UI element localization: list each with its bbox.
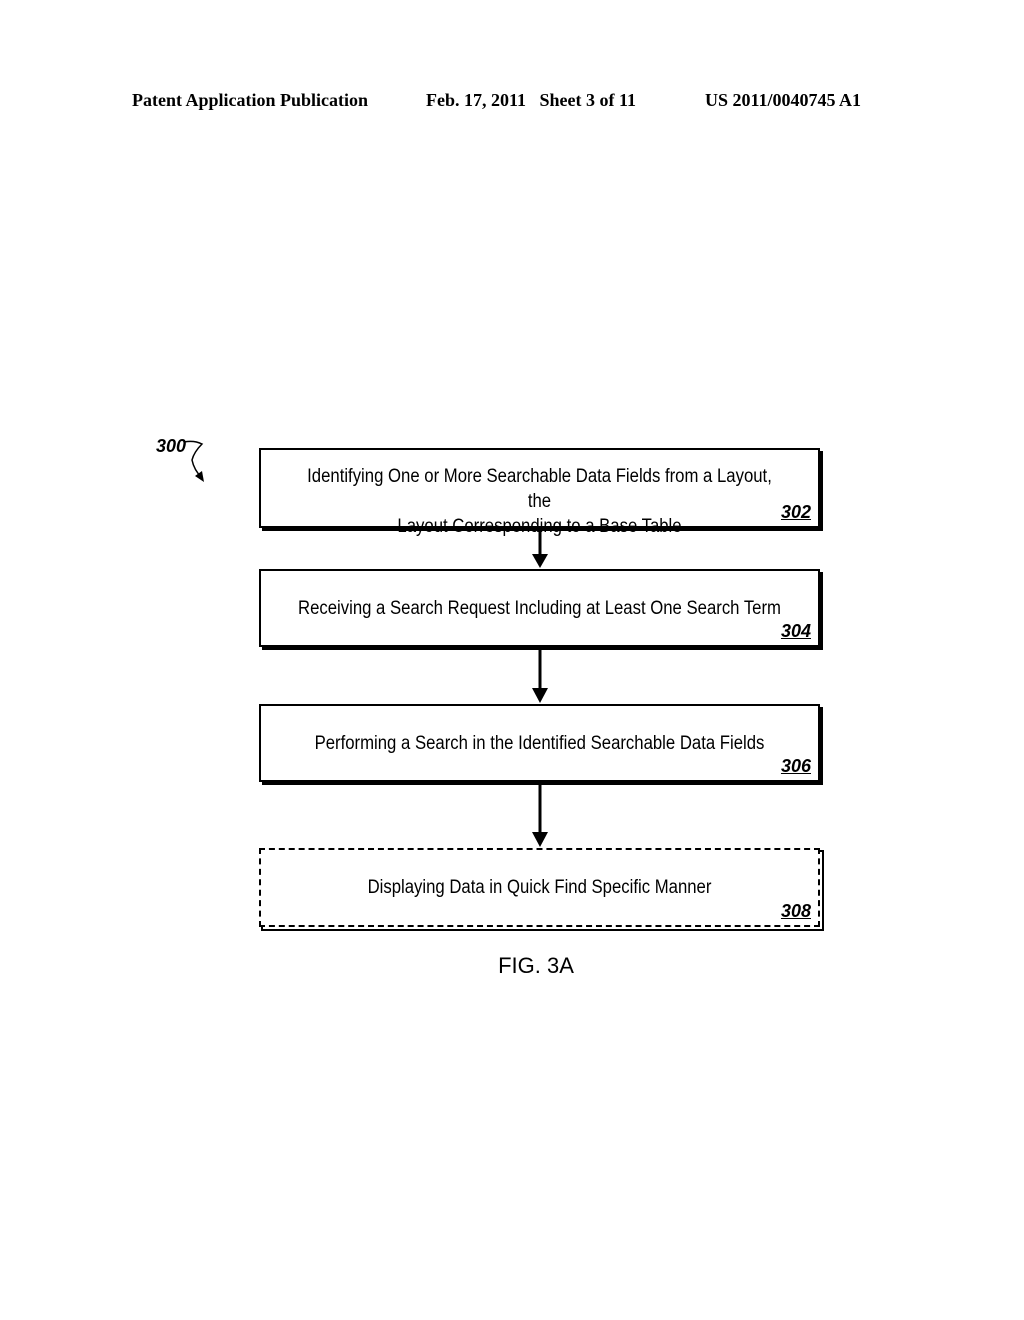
step-text: Performing a Search in the Identified Se… [314,733,765,754]
step-box-306: Performing a Search in the Identified Se… [259,704,820,782]
step-text: Displaying Data in Quick Find Specific M… [367,877,712,898]
arrow-306-to-308 [532,784,548,847]
step-number: 302 [780,502,811,522]
step-box-308-optional: Displaying Data in Quick Find Specific M… [259,848,820,927]
figure-caption: FIG. 3A [498,953,574,978]
step-text-line-2: Layout Corresponding to a Base Table [397,516,682,537]
step-number: 304 [780,621,811,641]
step-text: Receiving a Search Request Including at … [297,598,781,619]
step-text-line-1: Identifying One or More Searchable Data … [307,466,772,512]
step-number: 308 [780,901,811,921]
step-box-304: Receiving a Search Request Including at … [259,569,820,647]
arrow-304-to-306 [532,649,548,703]
flow-arrows [532,530,548,847]
step-text: Identifying One or More Searchable Data … [294,464,784,539]
step-box-302: Identifying One or More Searchable Data … [259,448,820,537]
step-number: 306 [780,756,811,776]
